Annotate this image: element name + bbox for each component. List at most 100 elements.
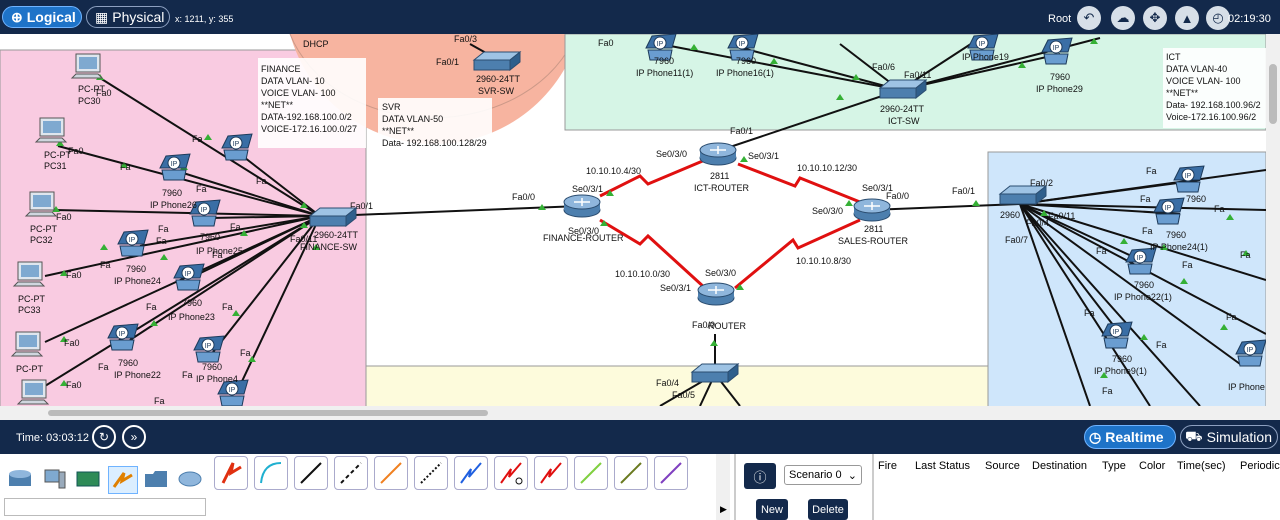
usb-cable-icon[interactable] bbox=[654, 456, 688, 490]
viewport-icon[interactable]: ◴ bbox=[1206, 6, 1230, 30]
connections-icon[interactable] bbox=[108, 466, 138, 494]
svg-text:Fa: Fa bbox=[1096, 246, 1107, 256]
svg-text:DATA VLAN- 10: DATA VLAN- 10 bbox=[261, 76, 325, 86]
svg-text:DATA VLAN-50: DATA VLAN-50 bbox=[382, 114, 443, 124]
svg-text:Fa: Fa bbox=[120, 162, 131, 172]
crossover-cable-icon[interactable] bbox=[334, 456, 368, 490]
svg-text:Fa: Fa bbox=[1226, 312, 1237, 322]
svg-text:Fa: Fa bbox=[1102, 386, 1113, 396]
phone-cable-icon[interactable] bbox=[414, 456, 448, 490]
device-search-input[interactable] bbox=[4, 498, 206, 516]
ict-phone11-model: 7960 bbox=[654, 56, 674, 66]
svg-text:Fa: Fa bbox=[1140, 194, 1151, 204]
multiuser-icon[interactable] bbox=[176, 466, 204, 492]
cloud-icon[interactable]: ☁ bbox=[1111, 6, 1135, 30]
svg-text:Fa0: Fa0 bbox=[66, 380, 82, 390]
bottom-switch[interactable] bbox=[691, 363, 739, 383]
svr-fa03-label: Fa0/3 bbox=[454, 34, 477, 44]
serial-dce-cable-icon[interactable] bbox=[494, 456, 528, 490]
phone26-label: IP Phone26 bbox=[150, 200, 197, 210]
vertical-scroll-thumb[interactable] bbox=[1269, 64, 1277, 124]
finance-router[interactable] bbox=[563, 194, 601, 218]
svr-fa01-label: Fa0/1 bbox=[436, 57, 459, 67]
svg-text:Se0/3/0: Se0/3/0 bbox=[705, 268, 736, 278]
svg-text:Fa: Fa bbox=[256, 176, 267, 186]
ict-router-model: 2811 bbox=[710, 171, 729, 181]
pdu-col-last-status: Last Status bbox=[915, 460, 971, 472]
coaxial-cable-icon[interactable] bbox=[454, 456, 488, 490]
back-icon[interactable]: ↶ bbox=[1077, 6, 1101, 30]
sales-phone22-model: 7960 bbox=[1134, 280, 1154, 290]
miscellaneous-icon[interactable] bbox=[142, 466, 170, 492]
ict-phone19-label: IP Phone19 bbox=[962, 52, 1009, 62]
physical-view-button[interactable]: ▦ Physical bbox=[86, 6, 170, 28]
bottom-router[interactable] bbox=[697, 282, 735, 306]
top-toolbar: ⊕ Logical ▦ Physical x: 1211, y: 355 Roo… bbox=[0, 0, 1280, 34]
svg-text:Se0/3/1: Se0/3/1 bbox=[748, 151, 779, 161]
scenario-value: Scenario 0 bbox=[789, 469, 842, 481]
simulation-icon: ⛟ bbox=[1185, 427, 1203, 444]
logical-workspace[interactable]: IP DHCP FINANCE DATA VLAN- 10 VOICE VLAN… bbox=[0, 34, 1266, 406]
palette-scroll-arrow[interactable]: ▶ bbox=[720, 504, 727, 515]
navigation-icon[interactable]: ✥ bbox=[1143, 6, 1167, 30]
fast-forward-icon[interactable]: » bbox=[122, 425, 146, 449]
pdu-col-periodic: Periodic bbox=[1240, 460, 1280, 472]
vertical-scrollbar[interactable] bbox=[1266, 34, 1280, 406]
logical-view-button[interactable]: ⊕ Logical bbox=[2, 6, 82, 28]
fiber-cable-icon[interactable] bbox=[374, 456, 408, 490]
phone23-label: IP Phone23 bbox=[168, 312, 215, 322]
delete-scenario-button[interactable]: Delete bbox=[808, 499, 848, 520]
svg-text:Fa: Fa bbox=[146, 302, 157, 312]
horizontal-scroll-thumb[interactable] bbox=[48, 410, 488, 416]
straight-through-cable-icon[interactable] bbox=[294, 456, 328, 490]
svg-text:Fa: Fa bbox=[100, 260, 111, 270]
new-scenario-button[interactable]: New bbox=[756, 499, 788, 520]
ict-router[interactable] bbox=[699, 142, 737, 166]
svg-text:Fa0: Fa0 bbox=[64, 338, 80, 348]
cursor-coordinates: x: 1211, y: 355 bbox=[175, 14, 234, 24]
pdu-col-time: Time(sec) bbox=[1177, 460, 1226, 472]
sales-switch[interactable] bbox=[999, 185, 1047, 205]
svg-text:Fa: Fa bbox=[154, 396, 165, 406]
iot-custom-cable-icon[interactable] bbox=[614, 456, 648, 490]
svg-text:Fa: Fa bbox=[182, 370, 193, 380]
simulation-button[interactable]: ⛟ Simulation bbox=[1180, 425, 1278, 449]
svg-text:ICT: ICT bbox=[1166, 52, 1181, 62]
serial-dte-cable-icon[interactable] bbox=[534, 456, 568, 490]
svg-text:Se0/3/0: Se0/3/0 bbox=[568, 226, 599, 236]
svg-text:Fa: Fa bbox=[1156, 340, 1167, 350]
end-devices-icon[interactable] bbox=[40, 466, 68, 492]
svg-text:Fa: Fa bbox=[158, 224, 169, 234]
svg-text:Fa: Fa bbox=[1182, 260, 1193, 270]
horizontal-scrollbar[interactable] bbox=[0, 406, 1280, 420]
svg-text:Fa: Fa bbox=[240, 348, 251, 358]
pdu-col-source: Source bbox=[985, 460, 1020, 472]
scenario-select[interactable]: Scenario 0 ⌄ bbox=[784, 465, 862, 485]
svg-text:10.10.10.0/30: 10.10.10.0/30 bbox=[615, 269, 670, 279]
topology-canvas[interactable]: IP DHCP FINANCE DATA VLAN- 10 VOICE VLAN… bbox=[0, 34, 1266, 406]
svr-switch[interactable] bbox=[473, 51, 521, 71]
power-cycle-icon[interactable]: ↻ bbox=[92, 425, 116, 449]
svg-text:Fa: Fa bbox=[230, 222, 241, 232]
svg-text:Fa0/1: Fa0/1 bbox=[952, 186, 975, 196]
auto-connection-icon[interactable] bbox=[214, 456, 248, 490]
ict-switch[interactable] bbox=[879, 79, 927, 99]
realtime-button[interactable]: ◷ Realtime bbox=[1084, 425, 1176, 449]
sales-router[interactable] bbox=[853, 198, 891, 222]
svg-text:Fa: Fa bbox=[212, 250, 223, 260]
pc33-type: PC-PT bbox=[18, 294, 46, 304]
octal-cable-icon[interactable] bbox=[574, 456, 608, 490]
sales-fa07-label: Fa0/7 bbox=[1005, 235, 1028, 245]
svg-text:**NET**: **NET** bbox=[261, 100, 294, 110]
finance-switch[interactable] bbox=[309, 207, 357, 227]
info-icon[interactable]: ⓘ bbox=[744, 463, 776, 489]
network-devices-icon[interactable] bbox=[6, 466, 34, 492]
realtime-label: Realtime bbox=[1105, 429, 1164, 445]
console-cable-icon[interactable] bbox=[254, 456, 288, 490]
components-icon[interactable] bbox=[74, 466, 102, 492]
svg-text:Fa: Fa bbox=[222, 302, 233, 312]
sales-fa04-label: Fa0/4 bbox=[1026, 218, 1049, 228]
pc33-label: PC33 bbox=[18, 305, 41, 315]
svg-text:VOICE-172.16.100.0/27: VOICE-172.16.100.0/27 bbox=[261, 124, 357, 134]
background-image-icon[interactable]: ▲ bbox=[1175, 6, 1199, 30]
